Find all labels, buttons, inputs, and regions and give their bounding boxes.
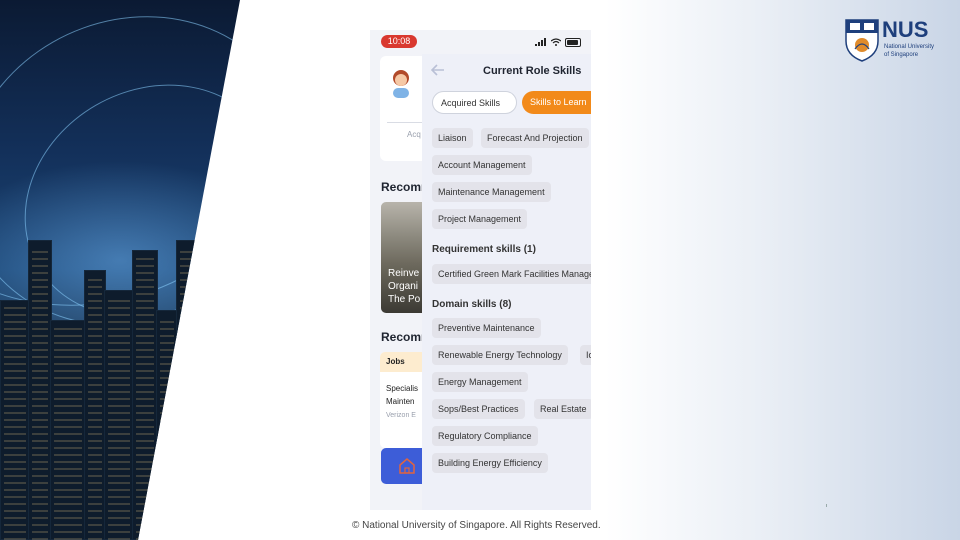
home-icon <box>399 458 415 474</box>
tab-skills-to-learn[interactable]: Skills to Learn <box>522 91 591 114</box>
current-role-skills-sheet: Current Role Skills Acquired Skills Skil… <box>422 54 591 510</box>
tab-acquired-skills[interactable]: Acquired Skills <box>432 91 517 114</box>
domain-skill-chip[interactable]: Io <box>580 345 591 365</box>
skill-chip[interactable]: Liaison <box>432 128 473 148</box>
nus-wordmark: NUS <box>882 17 929 42</box>
presentation-slide: 10:08 Acq Recomm Reinve Organi The Po Re… <box>0 0 960 540</box>
skill-chip[interactable]: Account Management <box>432 155 532 175</box>
copyright-notice: © National University of Singapore. All … <box>352 520 601 531</box>
domain-skill-chip[interactable]: Building Energy Efficiency <box>432 453 548 473</box>
back-arrow-icon[interactable] <box>431 64 445 76</box>
requirement-skill-chip[interactable]: Certified Green Mark Facilities Manager <box>432 264 591 284</box>
job-company: Verizon E <box>386 412 416 419</box>
avatar-icon <box>393 70 409 98</box>
signal-icon <box>535 38 547 46</box>
skill-chip[interactable]: Project Management <box>432 209 528 229</box>
domain-skill-chip[interactable]: Sops/Best Practices <box>432 399 525 419</box>
slide-mark <box>826 504 827 507</box>
skill-chip[interactable]: Maintenance Management <box>432 182 551 202</box>
phone-screen: 10:08 Acq Recomm Reinve Organi The Po Re… <box>370 30 591 510</box>
domain-skill-chip[interactable]: Regulatory Compliance <box>432 426 538 446</box>
acquired-label: Acq <box>407 130 421 139</box>
status-time: 10:08 <box>381 35 417 48</box>
status-bar: 10:08 <box>370 30 591 54</box>
job-title: Specialis Mainten <box>386 384 419 406</box>
wifi-icon <box>551 38 561 46</box>
nus-crest-icon <box>845 19 879 62</box>
domain-skill-chip[interactable]: Preventive Maintenance <box>432 318 541 338</box>
nus-subtitle: National University of Singapore <box>884 44 935 58</box>
skill-chip[interactable]: Forecast And Projection <box>481 128 589 148</box>
battery-icon <box>565 37 581 47</box>
recommended-course-title: Reinve Organi The Po <box>388 268 421 305</box>
domain-skill-chip[interactable]: Renewable Energy Technology <box>432 345 568 365</box>
domain-skills-title: Domain skills (8) <box>432 299 512 310</box>
requirement-skills-title: Requirement skills (1) <box>432 244 536 255</box>
sheet-title: Current Role Skills <box>483 65 582 77</box>
nus-logo: NUS National University of Singapore <box>845 17 943 63</box>
domain-skill-chip[interactable]: Energy Management <box>432 372 528 392</box>
domain-skill-chip[interactable]: Real Estate <box>534 399 591 419</box>
